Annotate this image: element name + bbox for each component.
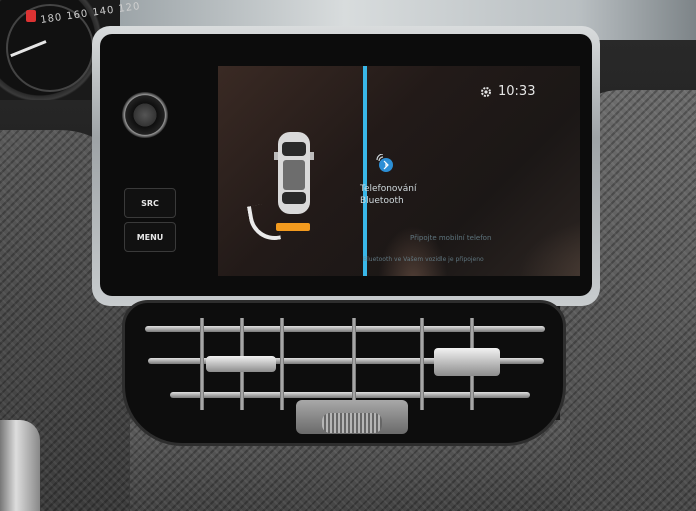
bluetooth-label-line2[interactable]: Bluetooth <box>360 196 404 206</box>
screen-divider <box>363 66 367 276</box>
gear-icon[interactable] <box>480 86 492 98</box>
vent-adjust-tab-left[interactable] <box>206 356 276 372</box>
rear-sensor-indicator <box>276 223 310 231</box>
clock-time: 10:33 <box>498 84 536 99</box>
vent-vane <box>420 318 424 410</box>
bluetooth-hint: Připojte mobilní telefon <box>410 234 492 242</box>
bluetooth-label-line1[interactable]: Telefonování <box>360 184 416 194</box>
vent-vane <box>200 318 204 410</box>
vent-slat <box>145 326 545 332</box>
touchscreen[interactable]: 10:33 Telefonování Bluetooth Připojte mo… <box>218 66 580 276</box>
bluetooth-footer: Bluetooth ve Vašem vozidle je připojeno <box>363 256 484 263</box>
vent-thumbwheel[interactable] <box>322 413 382 433</box>
vent-adjust-tab-right[interactable] <box>434 348 500 376</box>
menu-button[interactable]: MENU <box>124 222 176 252</box>
src-button[interactable]: SRC <box>124 188 176 218</box>
warning-light-icon <box>26 10 36 22</box>
gear-shifter <box>0 420 40 511</box>
bluetooth-icon[interactable] <box>375 154 393 172</box>
screen-reflection <box>518 216 580 276</box>
volume-knob[interactable] <box>122 92 168 138</box>
vent-vane <box>352 318 356 410</box>
clock: 10:33 <box>480 84 535 99</box>
vent-slat <box>170 392 530 398</box>
vent-vane <box>280 318 284 410</box>
parking-car-icon <box>274 132 314 214</box>
